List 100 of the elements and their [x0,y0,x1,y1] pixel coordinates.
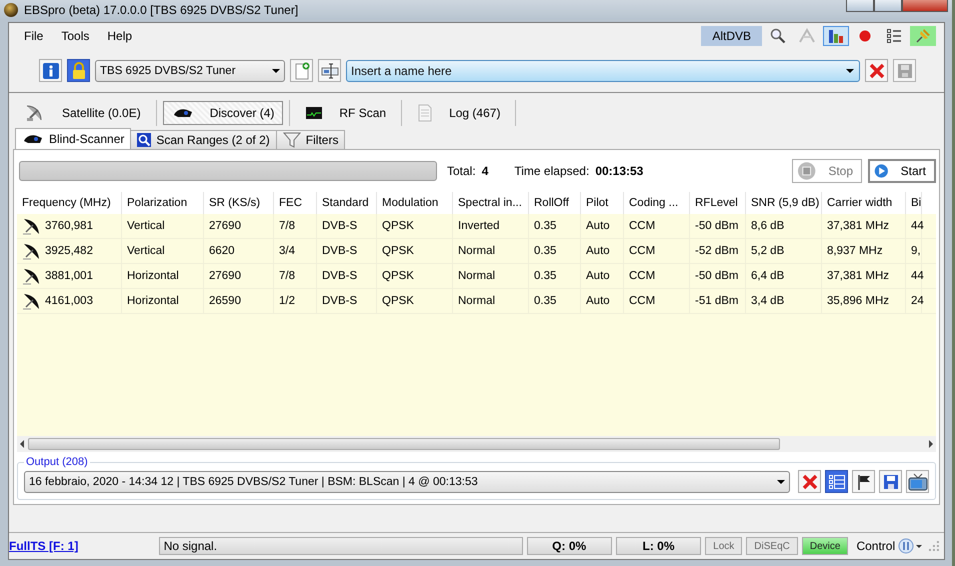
output-dropdown[interactable]: 16 febbraio, 2020 - 14:34 12 | TBS 6925 DVBS/S2 Tuner | BSM: BLScan | 4 @ 00:13:53 [24,470,790,492]
tab[interactable]: Log (467) [408,101,510,125]
table-cell: -50 dBm [695,270,738,282]
column-header[interactable]: Carrier width [822,192,906,214]
column-header[interactable]: Bi [906,192,922,214]
fullts-link[interactable]: FullTS [F: 1] [9,539,155,553]
column-header[interactable]: FEC [274,192,317,214]
status-indicator: DiSEqC [746,537,798,555]
column-header[interactable]: Spectral in... [453,192,529,214]
save-button[interactable] [879,470,902,493]
table-cell: -52 dBm [695,245,738,257]
table-cell: 7/8 [279,220,295,232]
table-cell: 8,6 dB [751,220,784,232]
table-cell: QPSK [382,270,414,282]
maximize-button[interactable] [874,0,902,12]
table-cell: 6620 [209,245,235,257]
tab[interactable]: Filters [276,130,346,149]
tab[interactable]: Scan Ranges (2 of 2) [130,130,277,149]
pin-icon [914,27,932,45]
signal-status: No signal. [158,537,522,555]
record-icon [858,29,872,43]
name-field[interactable]: Insert a name here [346,60,860,82]
dropdown-arrow-icon[interactable] [846,68,854,72]
new-document-button[interactable] [290,59,313,82]
tab[interactable]: RF Scan [296,101,396,125]
table-cell: 7/8 [279,270,295,282]
satellite-dish-icon [22,242,40,260]
total-value: 4 [482,164,488,178]
table-cell: Auto [586,220,610,232]
column-header[interactable]: Polarization [122,192,204,214]
level-status: L: 0% [616,537,702,555]
table-cell: Normal [458,245,496,257]
table-cell: -51 dBm [695,295,738,307]
delete-icon [868,62,884,78]
control-button[interactable]: Control [852,538,924,554]
table-cell: 37,381 MHz [827,220,890,232]
column-header[interactable]: SR (KS/s) [204,192,274,214]
window-title: EBSpro (beta) 17.0.0.0 [TBS 6925 DVBS/S2 Tuner] [24,3,298,17]
table-cell: 0.35 [534,245,556,257]
table-cell: Auto [586,295,610,307]
document-icon [417,104,434,122]
delete-button[interactable] [798,470,821,493]
table-cell: Vertical [127,245,165,257]
table-cell: Normal [458,295,496,307]
tuner-dropdown[interactable]: TBS 6925 DVBS/S2 Tuner [95,60,285,82]
menu-item[interactable]: Tools [54,27,96,45]
table-cell: 44 [911,270,924,282]
total-label: Total: [447,164,476,178]
bar-chart-button[interactable] [823,26,849,46]
column-header[interactable]: Standard [317,192,377,214]
close-button[interactable] [902,0,948,12]
table-cell: 3760,981 [45,220,93,232]
column-header[interactable]: SNR (5,9 dB) [746,192,822,214]
resize-grip[interactable] [928,540,940,552]
table-cell: QPSK [382,220,414,232]
column-header[interactable]: Modulation [377,192,453,214]
horizontal-scrollbar[interactable] [17,436,936,452]
lock-button[interactable] [67,59,90,82]
table-cell: 27690 [209,220,241,232]
bar-chart-icon [827,28,845,44]
column-header[interactable]: Coding ... [624,192,690,214]
oscilloscope-icon [305,106,324,120]
dropdown-icon [898,538,924,554]
tab[interactable]: Satellite (0.0E) [15,101,150,125]
elapsed-value: 00:13:53 [595,164,644,178]
column-header[interactable]: Pilot [581,192,624,214]
tab[interactable]: Blind-Scanner [15,128,132,149]
column-header[interactable]: RFLevel [690,192,746,214]
start-button[interactable]: Start [868,159,936,183]
lock-icon [70,62,86,80]
table-cell: 44 [911,220,924,232]
table-cell: 35,896 MHz [827,295,890,307]
output-title: Output (208) [25,456,89,468]
new-document-icon [294,62,310,80]
column-header[interactable]: Frequency (MHz) [17,192,122,214]
tv-button[interactable] [906,470,929,493]
tab[interactable]: Discover (4) [162,101,284,125]
altdvb-button[interactable]: AltDVB [701,26,762,46]
minimize-button[interactable] [846,0,874,12]
menu-item[interactable]: File [17,27,50,45]
table-cell: 27690 [209,270,241,282]
tv-icon [908,472,928,490]
stop-icon [797,161,816,181]
quality-status: Q: 0% [526,537,612,555]
table-cell: 3925,482 [45,245,93,257]
table-cell: 5,2 dB [751,245,784,257]
flag-button[interactable] [852,470,875,493]
info-icon [42,62,60,80]
info-button[interactable] [39,59,62,82]
delete-button[interactable] [865,59,888,82]
table-cell: CCM [629,295,656,307]
table-cell: 37,381 MHz [827,270,890,282]
list-icon [886,28,902,44]
column-header[interactable]: RollOff [529,192,581,214]
table-cell: CCM [629,245,656,257]
menu-item[interactable]: Help [100,27,140,45]
list-view-button[interactable] [825,470,848,493]
rename-button[interactable] [318,59,341,82]
table-cell: Normal [458,270,496,282]
flag-icon [856,474,872,490]
